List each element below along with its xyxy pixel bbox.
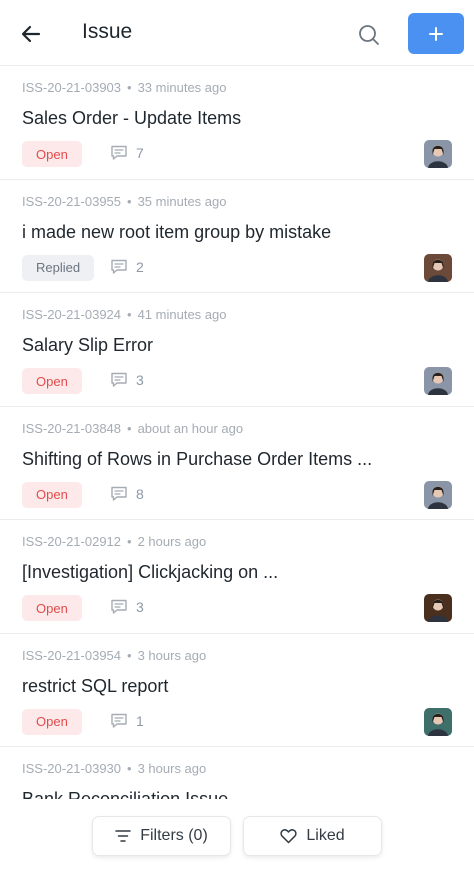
back-button[interactable] bbox=[16, 19, 46, 49]
filter-lines-icon bbox=[115, 830, 131, 842]
issue-row[interactable]: ISS-20-21-03903 • 33 minutes ago Sales Ord… bbox=[0, 66, 474, 180]
issue-row[interactable]: ISS-20-21-02912 • 2 hours ago [Investigati… bbox=[0, 520, 474, 634]
comment-icon bbox=[111, 145, 127, 160]
issue-time: 2 hours ago bbox=[137, 534, 207, 549]
separator-dot: • bbox=[127, 80, 132, 95]
issue-id: ISS-20-21-03924 bbox=[22, 307, 122, 322]
issue-subject[interactable]: i made new root item group by mistake bbox=[22, 222, 331, 243]
user-avatar-image bbox=[424, 367, 452, 395]
issue-time: 35 minutes ago bbox=[137, 193, 227, 209]
issue-id: ISS-20-21-03903 bbox=[22, 80, 122, 95]
separator-dot: • bbox=[127, 193, 132, 209]
add-issue-button[interactable] bbox=[408, 13, 464, 54]
issue-meta: ISS-20-21-03924 • 41 minutes ago bbox=[22, 307, 226, 322]
comment-count-value: 3 bbox=[136, 599, 144, 615]
issue-meta: ISS-20-21-03954 • 3 hours ago bbox=[22, 648, 206, 663]
issue-id: ISS-20-21-03954 bbox=[22, 647, 122, 663]
issue-meta: ISS-20-21-03903 • 33 minutes ago bbox=[22, 80, 226, 95]
issue-id: ISS-20-21-03848 bbox=[22, 420, 122, 436]
user-avatar-image bbox=[424, 140, 452, 168]
issue-subject[interactable]: Shifting of Rows in Purchase Order Items… bbox=[22, 449, 372, 470]
liked-label: Liked bbox=[306, 827, 345, 844]
issue-time: about an hour ago bbox=[137, 420, 244, 436]
avatar[interactable] bbox=[424, 367, 452, 395]
status-badge: Open bbox=[22, 481, 82, 508]
issue-row[interactable]: ISS-20-21-03955 • 35 minutes ago i made ne… bbox=[0, 180, 474, 293]
comment-icon bbox=[111, 486, 127, 501]
issue-meta: ISS-20-21-02912 • 2 hours ago bbox=[22, 534, 206, 549]
avatar[interactable] bbox=[424, 594, 452, 622]
user-avatar-image bbox=[424, 594, 452, 622]
avatar[interactable] bbox=[424, 253, 452, 282]
issue-time: 3 hours ago bbox=[137, 761, 207, 776]
comment-count-value: 7 bbox=[136, 145, 144, 161]
issue-meta: ISS-20-21-03848 • about an hour ago bbox=[22, 421, 243, 436]
issue-row[interactable]: ISS-20-21-03954 • 3 hours ago restrict SQL… bbox=[0, 634, 474, 747]
status-badge: Replied bbox=[22, 254, 95, 281]
comment-icon bbox=[111, 259, 127, 274]
comment-count: 3 bbox=[110, 372, 144, 388]
comment-icon bbox=[111, 599, 127, 614]
issue-subject[interactable]: Salary Slip Error bbox=[22, 335, 153, 356]
status-badge: Open bbox=[22, 368, 82, 394]
issue-time: 33 minutes ago bbox=[137, 80, 227, 95]
user-avatar-image bbox=[424, 253, 452, 282]
plus-icon bbox=[429, 26, 443, 41]
status-badge: Open bbox=[22, 141, 82, 167]
comment-icon bbox=[111, 372, 127, 387]
avatar[interactable] bbox=[424, 707, 452, 736]
search-button[interactable] bbox=[353, 19, 385, 51]
avatar[interactable] bbox=[424, 480, 452, 509]
user-avatar-image bbox=[424, 707, 452, 736]
issue-time: 41 minutes ago bbox=[137, 307, 227, 322]
app-header: Issue bbox=[0, 0, 474, 66]
separator-dot: • bbox=[127, 307, 132, 322]
comment-count: 2 bbox=[110, 259, 144, 275]
issue-id: ISS-20-21-02912 bbox=[22, 534, 122, 549]
comment-count-value: 3 bbox=[136, 372, 144, 388]
comment-count-value: 8 bbox=[136, 485, 144, 502]
filters-button[interactable]: Filters (0) bbox=[92, 816, 231, 856]
search-icon bbox=[359, 25, 379, 45]
issue-meta: ISS-20-21-03955 • 35 minutes ago bbox=[22, 194, 226, 209]
comment-count-value: 2 bbox=[136, 258, 144, 275]
issue-meta: ISS-20-21-03930 • 3 hours ago bbox=[22, 761, 206, 776]
separator-dot: • bbox=[127, 420, 132, 436]
arrow-left-icon bbox=[21, 25, 41, 43]
issue-row[interactable]: ISS-20-21-03848 • about an hour ago Shifti… bbox=[0, 407, 474, 520]
comment-count-value: 1 bbox=[136, 712, 144, 729]
liked-button[interactable]: Liked bbox=[243, 816, 382, 856]
filters-label: Filters (0) bbox=[140, 827, 208, 844]
status-badge: Open bbox=[22, 595, 82, 621]
comment-count: 7 bbox=[110, 145, 144, 161]
page-title: Issue bbox=[82, 20, 133, 43]
comment-count: 3 bbox=[110, 599, 144, 615]
footer-bar: Filters (0) Liked bbox=[0, 799, 474, 869]
separator-dot: • bbox=[127, 761, 132, 776]
separator-dot: • bbox=[127, 534, 132, 549]
comment-count: 8 bbox=[110, 486, 144, 502]
avatar[interactable] bbox=[424, 140, 452, 168]
issue-subject[interactable]: Sales Order - Update Items bbox=[22, 108, 241, 129]
issue-row[interactable]: ISS-20-21-03930 • 3 hours ago Bank Reconci… bbox=[0, 747, 474, 799]
issue-row[interactable]: ISS-20-21-03924 • 41 minutes ago Salary Sl… bbox=[0, 293, 474, 407]
user-avatar-image bbox=[424, 480, 452, 509]
issue-subject[interactable]: Bank Reconciliation Issue bbox=[22, 789, 228, 799]
issue-subject[interactable]: restrict SQL report bbox=[22, 676, 168, 697]
issue-subject[interactable]: [Investigation] Clickjacking on ... bbox=[22, 562, 278, 583]
separator-dot: • bbox=[127, 647, 132, 663]
comment-icon bbox=[111, 713, 127, 728]
status-badge: Open bbox=[22, 708, 82, 735]
issue-id: ISS-20-21-03930 bbox=[22, 761, 122, 776]
issue-id: ISS-20-21-03955 bbox=[22, 193, 122, 209]
issue-list: ISS-20-21-03903 • 33 minutes ago Sales Ord… bbox=[0, 66, 474, 799]
comment-count: 1 bbox=[110, 713, 144, 729]
heart-icon bbox=[280, 829, 297, 844]
issue-time: 3 hours ago bbox=[137, 647, 207, 663]
